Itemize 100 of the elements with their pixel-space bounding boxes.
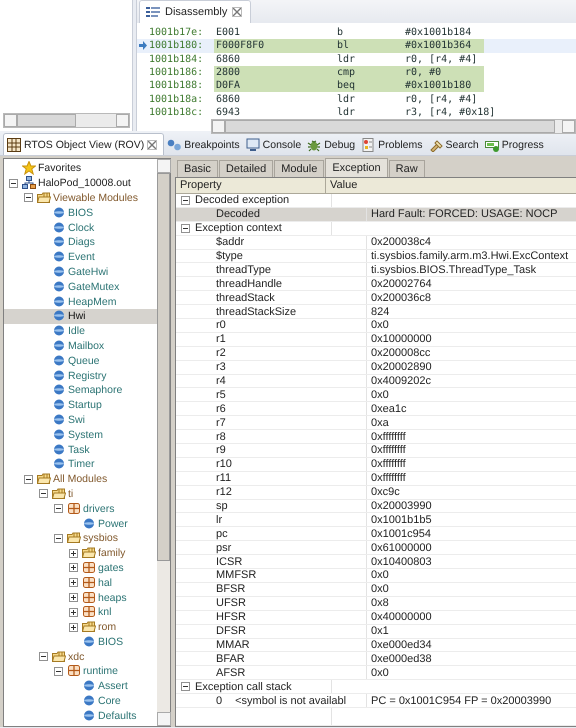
tree-item[interactable]: Assert [4, 678, 157, 694]
group-row[interactable]: Exception call stack [176, 680, 576, 694]
table-row[interactable]: Decoded Hard Fault: FORCED: USAGE: NOCP [176, 208, 576, 222]
tree-item[interactable]: ti [4, 486, 157, 502]
tree-item[interactable]: Favorites [4, 161, 157, 176]
table-row[interactable]: MMFSR 0x0 [176, 569, 576, 583]
tree-item[interactable]: rom [4, 620, 157, 634]
tree-item[interactable]: Idle [4, 324, 157, 339]
tab[interactable]: Basic [177, 160, 218, 177]
table-row[interactable]: DFSR 0x1 [176, 624, 576, 638]
view-tab[interactable]: Debug [304, 134, 358, 155]
tree-item[interactable]: Hwi [4, 308, 157, 324]
table-row[interactable]: $addr 0x200038c4 [176, 236, 576, 250]
table-row[interactable]: r11 0xffffffff [176, 472, 576, 486]
collapse-icon[interactable] [9, 178, 18, 188]
collapse-icon[interactable] [39, 652, 48, 662]
view-tab[interactable]: Search [426, 134, 482, 155]
tree-item[interactable]: Defaults [4, 708, 157, 724]
table-row[interactable]: r7 0xa [176, 416, 576, 430]
tree-item[interactable]: xdc [4, 649, 157, 664]
tree-item[interactable]: BIOS [4, 205, 157, 220]
tree-item[interactable]: Timer [4, 456, 157, 472]
table-row[interactable]: r1 0x10000000 [176, 332, 576, 347]
table-row[interactable]: lr 0x1001b1b5 [176, 513, 576, 528]
tree-item[interactable]: Registry [4, 368, 157, 383]
tree-item[interactable]: runtime [4, 664, 157, 679]
tree-item[interactable]: System [4, 427, 157, 442]
table-row[interactable]: r0 0x0 [176, 319, 576, 333]
tree-item[interactable]: hal [4, 575, 157, 590]
expand-icon[interactable] [69, 563, 78, 572]
view-tab[interactable]: Breakpoints [164, 134, 243, 155]
table-row[interactable]: pc 0x1001c954 [176, 527, 576, 542]
tree-item[interactable]: GateMutex [4, 279, 157, 294]
tree-item[interactable]: sysbios [4, 530, 157, 546]
collapse-icon[interactable] [24, 193, 33, 202]
expand-icon[interactable] [69, 622, 78, 632]
table-row[interactable]: r2 0x200008cc [176, 346, 576, 361]
table-row[interactable]: threadStackSize 824 [176, 305, 576, 320]
tree-item[interactable]: Semaphore [4, 382, 157, 398]
tree-item[interactable]: Startup [4, 398, 157, 413]
collapse-icon[interactable] [181, 196, 190, 205]
table-row[interactable]: BFSR 0x0 [176, 582, 576, 597]
view-tab[interactable]: Console [242, 134, 304, 155]
horizontal-scrollbar[interactable] [211, 119, 576, 134]
table-row[interactable]: r12 0xc9c [176, 486, 576, 500]
table-row[interactable]: HFSR 0x40000000 [176, 610, 576, 625]
table-row[interactable]: ICSR 0x10400803 [176, 555, 576, 570]
collapse-icon[interactable] [39, 489, 48, 498]
table-row[interactable]: r8 0xffffffff [176, 430, 576, 444]
column-header[interactable]: Value [326, 178, 576, 193]
vertical-scrollbar[interactable] [157, 159, 170, 726]
table-row[interactable]: sp 0x20003990 [176, 500, 576, 514]
table-row[interactable]: r4 0x4009202c [176, 374, 576, 388]
table-row[interactable]: r6 0xea1c [176, 402, 576, 416]
tree-item[interactable]: knl [4, 604, 157, 620]
tree-item[interactable]: Core [4, 694, 157, 708]
close-icon[interactable] [232, 7, 242, 17]
table-row[interactable]: r10 0xffffffff [176, 458, 576, 472]
expand-icon[interactable] [69, 548, 78, 558]
tree-item[interactable]: GateHwi [4, 264, 157, 280]
tree-item[interactable]: Diags [4, 234, 157, 250]
table-row[interactable]: threadType ti.sysbios.BIOS.ThreadType_Task [176, 263, 576, 278]
table-row[interactable]: UFSR 0x8 [176, 596, 576, 611]
table-row[interactable]: $type ti.sysbios.family.arm.m3.Hwi.ExcContext [176, 250, 576, 264]
tab[interactable]: Exception [325, 158, 388, 177]
tree-item[interactable]: drivers [4, 501, 157, 516]
tab[interactable]: Detailed [218, 160, 274, 177]
tree-item[interactable]: HaloPod_10008.out [4, 176, 157, 191]
tree-item[interactable]: family [4, 546, 157, 561]
expand-icon[interactable] [69, 578, 78, 588]
expand-icon[interactable] [69, 593, 78, 602]
group-row[interactable]: Exception context [176, 222, 576, 236]
table-row[interactable]: r9 0xffffffff [176, 444, 576, 458]
tree-item[interactable]: Event [4, 250, 157, 265]
table-row[interactable]: threadStack 0x200036c8 [176, 291, 576, 306]
tree-item[interactable]: All Modules [4, 472, 157, 487]
tab[interactable]: Raw [388, 160, 425, 177]
column-header[interactable]: Property [176, 178, 326, 193]
close-icon[interactable] [147, 140, 158, 150]
table-row[interactable]: psr 0x61000000 [176, 541, 576, 556]
collapse-icon[interactable] [181, 682, 190, 692]
tree-item[interactable]: Power [4, 516, 157, 531]
table-row[interactable]: r3 0x20002890 [176, 360, 576, 375]
table-row[interactable]: r5 0x0 [176, 388, 576, 402]
tab[interactable]: Module [274, 160, 324, 177]
view-tab[interactable]: RTOS Object View (ROV) [3, 133, 164, 155]
tree-item[interactable]: heaps [4, 590, 157, 605]
table-row[interactable]: BFAR 0xe000ed38 [176, 652, 576, 666]
table-row[interactable]: MMAR 0xe000ed34 [176, 638, 576, 652]
tree-item[interactable]: Task [4, 442, 157, 457]
view-tab[interactable]: Progress [482, 134, 547, 155]
table-row[interactable]: AFSR 0x0 [176, 666, 576, 680]
view-tab[interactable]: Problems [358, 134, 426, 155]
expand-icon[interactable] [69, 608, 78, 617]
tree-item[interactable]: BIOS [4, 634, 157, 650]
tree-item[interactable]: Clock [4, 220, 157, 235]
collapse-icon[interactable] [54, 534, 63, 543]
tree-item[interactable]: Viewable Modules [4, 190, 157, 206]
collapse-icon[interactable] [181, 224, 190, 233]
collapse-icon[interactable] [54, 504, 63, 514]
